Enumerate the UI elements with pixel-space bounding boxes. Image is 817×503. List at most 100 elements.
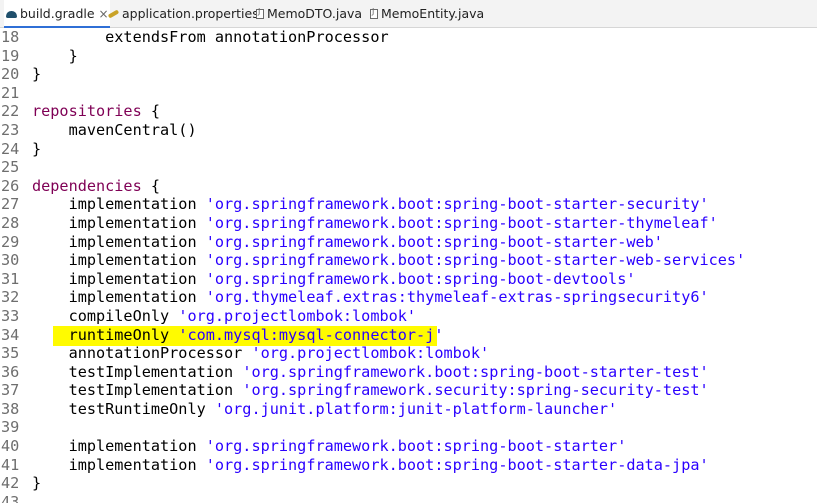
java-file-icon xyxy=(256,7,264,19)
code-text: mavenCentral() xyxy=(32,121,197,140)
code-text: implementation 'org.springframework.boot… xyxy=(32,437,627,456)
code-text: runtimeOnly 'com.mysql:mysql-connector-j… xyxy=(32,325,444,345)
line-number: 33 xyxy=(1,306,20,325)
code-line[interactable]: 33 compileOnly 'org.projectlombok:lombok… xyxy=(0,307,817,326)
code-line[interactable]: 30 implementation 'org.springframework.b… xyxy=(0,251,817,270)
code-text: testRuntimeOnly 'org.junit.platform:juni… xyxy=(32,399,618,419)
line-number: 32 xyxy=(1,288,20,307)
code-token: testImplementation xyxy=(32,381,243,400)
string-literal: 'org.springframework.boot:spring-boot-st… xyxy=(205,455,709,474)
code-token: } xyxy=(32,65,42,84)
code-token: testRuntimeOnly xyxy=(32,399,215,418)
code-token: implementation xyxy=(32,437,206,456)
code-line[interactable]: 19 } xyxy=(0,47,817,66)
tab-application-properties[interactable]: application.properties xyxy=(106,0,259,27)
line-number: 41 xyxy=(1,455,20,474)
code-token: implementation xyxy=(32,195,206,214)
code-line[interactable]: 27 implementation 'org.springframework.b… xyxy=(0,195,817,214)
code-line[interactable]: 25 xyxy=(0,158,817,177)
string-literal: 'org.springframework.boot:spring-boot-st… xyxy=(205,195,709,214)
line-number: 37 xyxy=(1,381,20,400)
string-literal: 'org.springframework.boot:spring-boot-st… xyxy=(242,362,709,381)
code-line[interactable]: 32 implementation 'org.thymeleaf.extras:… xyxy=(0,288,817,307)
code-token: implementation xyxy=(32,251,206,270)
code-line[interactable]: 42} xyxy=(0,474,817,493)
code-text: implementation 'org.springframework.boot… xyxy=(32,270,636,289)
code-line[interactable]: 35 annotationProcessor 'org.projectlombo… xyxy=(0,344,817,363)
code-text: implementation 'org.springframework.boot… xyxy=(32,233,663,252)
keyword-token: dependencies xyxy=(32,176,142,195)
code-token: testImplementation xyxy=(32,362,243,381)
gradle-icon xyxy=(6,11,17,18)
line-number: 39 xyxy=(1,418,20,437)
code-line[interactable]: 41 implementation 'org.springframework.b… xyxy=(0,456,817,475)
code-line[interactable]: 40 implementation 'org.springframework.b… xyxy=(0,437,817,456)
string-literal: 'org.springframework.boot:spring-boot-st… xyxy=(205,232,663,251)
line-number: 23 xyxy=(1,120,20,139)
code-token: mavenCentral() xyxy=(32,120,197,139)
line-number: 20 xyxy=(1,65,20,84)
line-number: 18 xyxy=(1,28,20,46)
code-line[interactable]: 21 xyxy=(0,84,817,103)
line-number: 36 xyxy=(1,362,20,381)
code-token: extendsFrom annotationProcessor xyxy=(32,28,389,46)
code-line[interactable]: 18 extendsFrom annotationProcessor xyxy=(0,28,817,47)
code-line[interactable]: 34 runtimeOnly 'com.mysql:mysql-connecto… xyxy=(0,325,817,346)
line-number: 22 xyxy=(1,102,20,121)
code-line[interactable]: 37 testImplementation 'org.springframewo… xyxy=(0,381,817,400)
code-text: implementation 'org.springframework.boot… xyxy=(32,251,746,270)
code-text: dependencies { xyxy=(32,177,160,196)
code-text: repositories { xyxy=(32,102,160,121)
line-number: 28 xyxy=(1,213,20,232)
code-line[interactable]: 39 xyxy=(0,418,817,437)
line-number: 40 xyxy=(1,437,20,456)
code-text: implementation 'org.thymeleaf.extras:thy… xyxy=(32,288,709,307)
string-literal: 'org.springframework.security:spring-sec… xyxy=(242,381,709,400)
code-line[interactable]: 36 testImplementation 'org.springframewo… xyxy=(0,363,817,382)
line-number: 21 xyxy=(1,83,20,102)
tab-label: build.gradle xyxy=(20,6,95,21)
code-token: } xyxy=(32,139,42,158)
code-token: annotationProcessor xyxy=(32,344,252,363)
code-token: implementation xyxy=(32,288,206,307)
code-token: runtimeOnly xyxy=(32,325,179,344)
tab-label: application.properties xyxy=(122,6,259,21)
code-line[interactable]: 24} xyxy=(0,140,817,159)
code-token: } xyxy=(32,474,42,493)
code-token: implementation xyxy=(32,269,206,288)
string-literal: 'org.thymeleaf.extras:thymeleaf-extras-s… xyxy=(205,288,709,307)
code-line[interactable]: 38 testRuntimeOnly 'org.junit.platform:j… xyxy=(0,400,817,419)
code-line[interactable]: 22 repositories { xyxy=(0,102,817,121)
tab-memodto-java[interactable]: MemoDTO.java xyxy=(254,0,362,27)
code-text: } xyxy=(32,47,78,66)
tab-build-gradle[interactable]: build.gradle × xyxy=(4,0,110,28)
tab-label: MemoDTO.java xyxy=(267,6,363,21)
string-literal: 'org.projectlombok:lombok' xyxy=(251,344,490,363)
code-text: } xyxy=(32,474,41,493)
code-token: implementation xyxy=(32,232,206,251)
code-text: testImplementation 'org.springframework.… xyxy=(32,363,709,382)
code-text: } xyxy=(32,140,41,159)
string-literal: 'org.springframework.boot:spring-boot-st… xyxy=(205,213,718,232)
line-number: 30 xyxy=(1,251,20,270)
code-editor[interactable]: 18 extendsFrom annotationProcessor 19 } 20… xyxy=(0,28,817,503)
code-text: implementation 'org.springframework.boot… xyxy=(32,456,709,475)
line-number: 25 xyxy=(1,158,20,177)
editor-tab-bar: build.gradle × application.properties Me… xyxy=(0,0,817,28)
code-line[interactable]: 23 mavenCentral() xyxy=(0,121,817,140)
tab-memoentity-java[interactable]: MemoEntity.java xyxy=(368,0,484,27)
code-line[interactable]: 31 implementation 'org.springframework.b… xyxy=(0,270,817,289)
line-number: 19 xyxy=(1,46,20,65)
line-number: 35 xyxy=(1,344,20,363)
code-line[interactable]: 20} xyxy=(0,65,817,84)
code-text: } xyxy=(32,65,41,84)
code-text: implementation 'org.springframework.boot… xyxy=(32,214,718,233)
properties-file-icon xyxy=(107,9,120,18)
code-line[interactable]: 28 implementation 'org.springframework.b… xyxy=(0,214,817,233)
string-literal: 'org.springframework.boot:spring-boot-de… xyxy=(205,269,636,288)
code-line[interactable]: 26 dependencies { xyxy=(0,177,817,196)
code-line[interactable]: 29 implementation 'org.springframework.b… xyxy=(0,233,817,252)
java-file-icon xyxy=(370,7,378,19)
line-number: 43 xyxy=(1,492,20,503)
code-line[interactable]: 43 xyxy=(0,493,817,503)
